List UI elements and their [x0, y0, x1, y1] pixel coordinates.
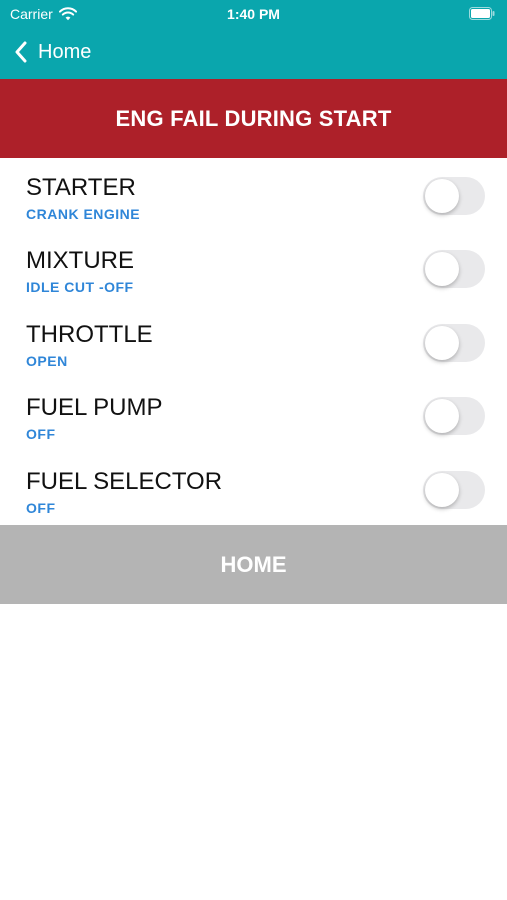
- checklist-item-fuel-selector: FUEL SELECTOR OFF: [0, 452, 507, 525]
- toggle-switch[interactable]: [423, 323, 485, 362]
- toggle-switch[interactable]: [423, 250, 485, 289]
- toggle-switch[interactable]: [423, 397, 485, 436]
- battery-icon: [469, 7, 495, 20]
- status-bar: Carrier 1:40 PM: [0, 0, 507, 28]
- checklist-item-starter: STARTER CRANK ENGINE: [0, 158, 507, 231]
- status-time: 1:40 PM: [227, 6, 280, 22]
- toggle-knob: [425, 472, 459, 507]
- item-title: FUEL SELECTOR: [26, 467, 223, 495]
- toggle-knob: [425, 325, 459, 360]
- item-title: STARTER: [26, 174, 136, 201]
- toggle-switch[interactable]: [423, 177, 485, 215]
- chevron-left-icon: [15, 41, 27, 63]
- checklist: STARTER CRANK ENGINE MIXTURE IDLE CUT -O…: [0, 158, 507, 525]
- toggle-knob: [425, 252, 459, 287]
- item-title: FUEL PUMP: [26, 394, 163, 422]
- nav-header: Carrier 1:40 PM Home: [0, 0, 507, 79]
- item-action: OFF: [26, 499, 56, 516]
- item-action: CRANK ENGINE: [26, 206, 141, 222]
- checklist-item-throttle: THROTTLE OPEN: [0, 305, 507, 378]
- item-action: OPEN: [26, 352, 68, 369]
- toggle-knob: [425, 399, 459, 434]
- toggle-knob: [425, 179, 459, 213]
- home-button[interactable]: HOME: [0, 525, 507, 604]
- checklist-item-fuel-pump: FUEL PUMP OFF: [0, 378, 507, 451]
- item-title: MIXTURE: [26, 247, 134, 275]
- back-button-label: Home: [38, 40, 92, 63]
- home-button-label: HOME: [220, 551, 287, 577]
- checklist-title-banner: ENG FAIL DURING START: [0, 79, 507, 158]
- back-button[interactable]: Home: [14, 38, 91, 66]
- checklist-title: ENG FAIL DURING START: [115, 105, 392, 131]
- toggle-switch[interactable]: [423, 470, 485, 509]
- item-action: OFF: [26, 426, 56, 443]
- checklist-item-mixture: MIXTURE IDLE CUT -OFF: [0, 231, 507, 304]
- item-action: IDLE CUT -OFF: [26, 279, 134, 296]
- item-title: THROTTLE: [26, 320, 153, 348]
